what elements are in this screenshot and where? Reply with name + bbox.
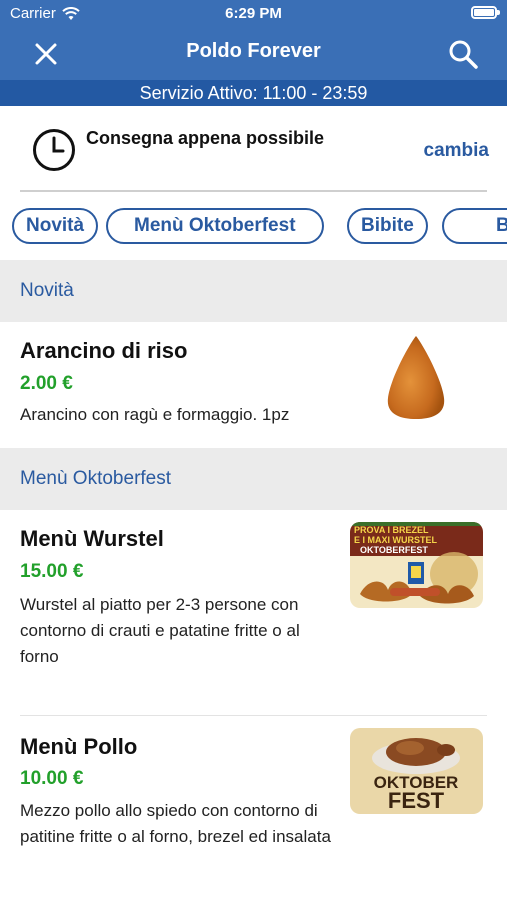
page-title: Poldo Forever xyxy=(186,40,321,62)
item-description: Arancino con ragù e formaggio. 1pz xyxy=(20,405,290,424)
wurstel-image-line1: PROVA I BREZEL xyxy=(354,525,429,535)
category-chip-bibite[interactable]: Bibite xyxy=(347,208,428,244)
change-delivery-link[interactable]: cambia xyxy=(424,140,489,162)
delivery-time-label: Consegna appena possibile xyxy=(86,128,325,148)
section-header-oktoberfest: Menù Oktoberfest xyxy=(0,448,507,510)
item-description: Wurstel al piatto per 2-3 persone con co… xyxy=(20,595,300,666)
arancino-image xyxy=(380,332,452,420)
delivery-time-row: Consegna appena possibile cambia xyxy=(0,106,507,192)
item-name: Menù Wurstel xyxy=(20,526,164,551)
status-time: 6:29 PM xyxy=(225,5,282,22)
item-name: Menù Pollo xyxy=(20,734,138,759)
status-bar: Carrier 6:29 PM xyxy=(0,0,507,28)
battery-icon xyxy=(471,6,500,19)
navigation-bar: Poldo Forever xyxy=(0,28,507,80)
category-chip-novita[interactable]: Novità xyxy=(12,208,99,244)
menu-item-arancino[interactable]: Arancino di riso 2.00 € Arancino con rag… xyxy=(0,322,507,448)
menu-item-pollo[interactable]: Menù Pollo 10.00 € Mezzo pollo allo spie… xyxy=(0,716,507,900)
item-description: Mezzo pollo allo spiedo con contorno di … xyxy=(20,801,331,846)
item-price: 10.00 € xyxy=(20,768,84,789)
wurstel-image-line2: E I MAXI WURSTEL xyxy=(354,535,438,545)
service-hours-banner: Servizio Attivo: 11:00 - 23:59 xyxy=(0,80,507,106)
search-icon[interactable] xyxy=(447,38,479,70)
item-name: Arancino di riso xyxy=(20,338,188,363)
category-chip-partial[interactable]: B xyxy=(442,208,507,244)
item-price: 15.00 € xyxy=(20,561,84,582)
wurstel-image: PROVA I BREZEL E I MAXI WURSTEL OKTOBERF… xyxy=(350,522,483,608)
pollo-image-line2: FEST xyxy=(388,788,445,813)
clock-icon xyxy=(33,129,75,171)
menu-item-wurstel[interactable]: Menù Wurstel 15.00 € Wurstel al piatto p… xyxy=(0,510,507,716)
pollo-image: OKTOBER FEST xyxy=(350,728,483,814)
section-header-novita: Novità xyxy=(0,260,507,322)
category-chip-oktoberfest[interactable]: Menù Oktoberfest xyxy=(106,208,324,244)
item-price: 2.00 € xyxy=(20,373,73,394)
wurstel-image-line3: OKTOBERFEST xyxy=(360,545,428,555)
category-tabs: Novità Menù Oktoberfest Bibite B xyxy=(0,192,507,260)
